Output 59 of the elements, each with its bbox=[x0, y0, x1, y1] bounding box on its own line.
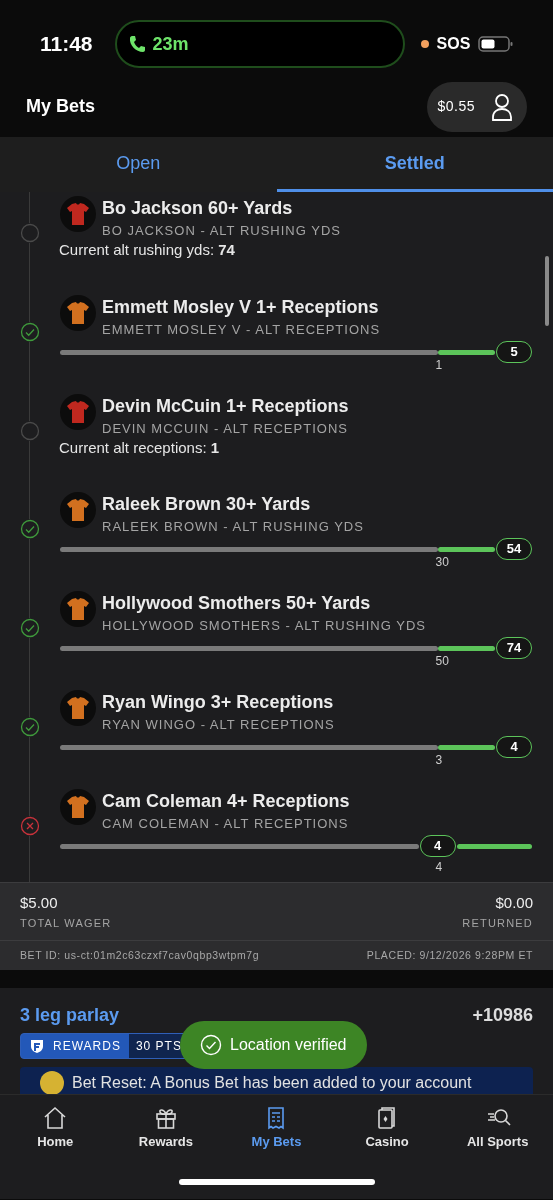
person-icon bbox=[491, 92, 513, 121]
leg-title: Bo Jackson 60+ Yards bbox=[102, 197, 293, 220]
leg-title: Hollywood Smothers 50+ Yards bbox=[102, 592, 371, 616]
wager-label: TOTAL WAGER bbox=[20, 915, 112, 931]
page-title: My Bets bbox=[26, 95, 96, 118]
result-pill: 54 bbox=[496, 538, 532, 561]
bet-id: BET ID: us-ct:01m2c63czxf7cav0qbp3wtpm7g bbox=[20, 947, 260, 963]
leg-subtitle: RALEEK BROWN - ALT RUSHING YDS bbox=[102, 518, 364, 537]
nav-tab[interactable]: Casino bbox=[331, 1103, 443, 1153]
nav-tab[interactable]: Home bbox=[0, 1103, 111, 1153]
leg-subtitle: DEVIN MCCUIN - ALT RECEPTIONS bbox=[102, 419, 348, 438]
result-pill: 5 bbox=[496, 340, 532, 363]
leg-subtitle: EMMETT MOSLEY V - ALT RECEPTIONS bbox=[102, 320, 381, 339]
tab[interactable]: Open bbox=[0, 137, 277, 192]
leg-title: Devin McCuin 1+ Receptions bbox=[102, 394, 349, 418]
progress-fill bbox=[437, 646, 495, 652]
coin-icon bbox=[40, 1071, 64, 1094]
placed-date: PLACED: 9/12/2026 9:28PM ET bbox=[366, 947, 533, 963]
balance-button[interactable]: $0.55 bbox=[427, 81, 527, 132]
leg-subtitle: RYAN WINGO - ALT RECEPTIONS bbox=[102, 716, 335, 734]
leg-title: Emmett Mosley V 1+ Receptions bbox=[102, 295, 379, 319]
leg-title: Raleek Brown 30+ Yards bbox=[102, 493, 311, 517]
result-pill: 4 bbox=[419, 834, 456, 857]
check-circle-icon bbox=[200, 1034, 222, 1056]
privacy-dot bbox=[420, 40, 429, 48]
leg-subtitle: CAM COLEMAN - ALT RECEPTIONS bbox=[102, 814, 349, 833]
leg-title: Cam Coleman 4+ Receptions bbox=[102, 789, 350, 813]
result-pill: 4 bbox=[496, 736, 532, 758]
nav-tab[interactable]: My Bets bbox=[221, 1103, 332, 1153]
target-value: 4 bbox=[435, 858, 443, 876]
progress-fill bbox=[437, 745, 495, 750]
returned-label: RETURNED bbox=[462, 915, 533, 931]
progress-fill bbox=[437, 547, 495, 553]
location-toast: Location verified bbox=[180, 1021, 367, 1069]
scrollbar bbox=[545, 256, 549, 326]
shield-icon bbox=[29, 1038, 45, 1054]
clock-time: 11:48 bbox=[40, 31, 93, 58]
nav-tab[interactable]: All Sports bbox=[442, 1103, 553, 1153]
parlay-odds: +10986 bbox=[472, 1004, 533, 1027]
nav-tab[interactable]: Rewards bbox=[110, 1103, 222, 1153]
call-indicator[interactable]: 23m bbox=[114, 20, 405, 68]
current-stat: Current alt receptions: 1 bbox=[59, 437, 220, 458]
result-pill: 74 bbox=[496, 637, 532, 660]
target-value: 3 bbox=[435, 752, 443, 769]
battery-icon bbox=[478, 35, 515, 53]
current-stat: Current alt rushing yds: 74 bbox=[59, 240, 235, 260]
wager-amount: $5.00 bbox=[20, 893, 59, 913]
carrier-text: SOS bbox=[436, 34, 471, 54]
returned-amount: $0.00 bbox=[494, 893, 533, 913]
banner-text: Bet Reset: A Bonus Bet has been added to your account bbox=[72, 1073, 472, 1093]
leg-subtitle: HOLLYWOOD SMOTHERS - ALT RUSHING YDS bbox=[102, 617, 426, 636]
target-value: 50 bbox=[435, 653, 449, 671]
leg-subtitle: BO JACKSON - ALT RUSHING YDS bbox=[102, 222, 341, 240]
parlay-title[interactable]: 3 leg parlay bbox=[20, 1002, 120, 1029]
target-value: 30 bbox=[435, 554, 449, 572]
leg-title: Ryan Wingo 3+ Receptions bbox=[102, 691, 334, 714]
progress-fill bbox=[437, 349, 495, 355]
target-value: 1 bbox=[435, 356, 443, 374]
phone-icon bbox=[128, 35, 145, 53]
